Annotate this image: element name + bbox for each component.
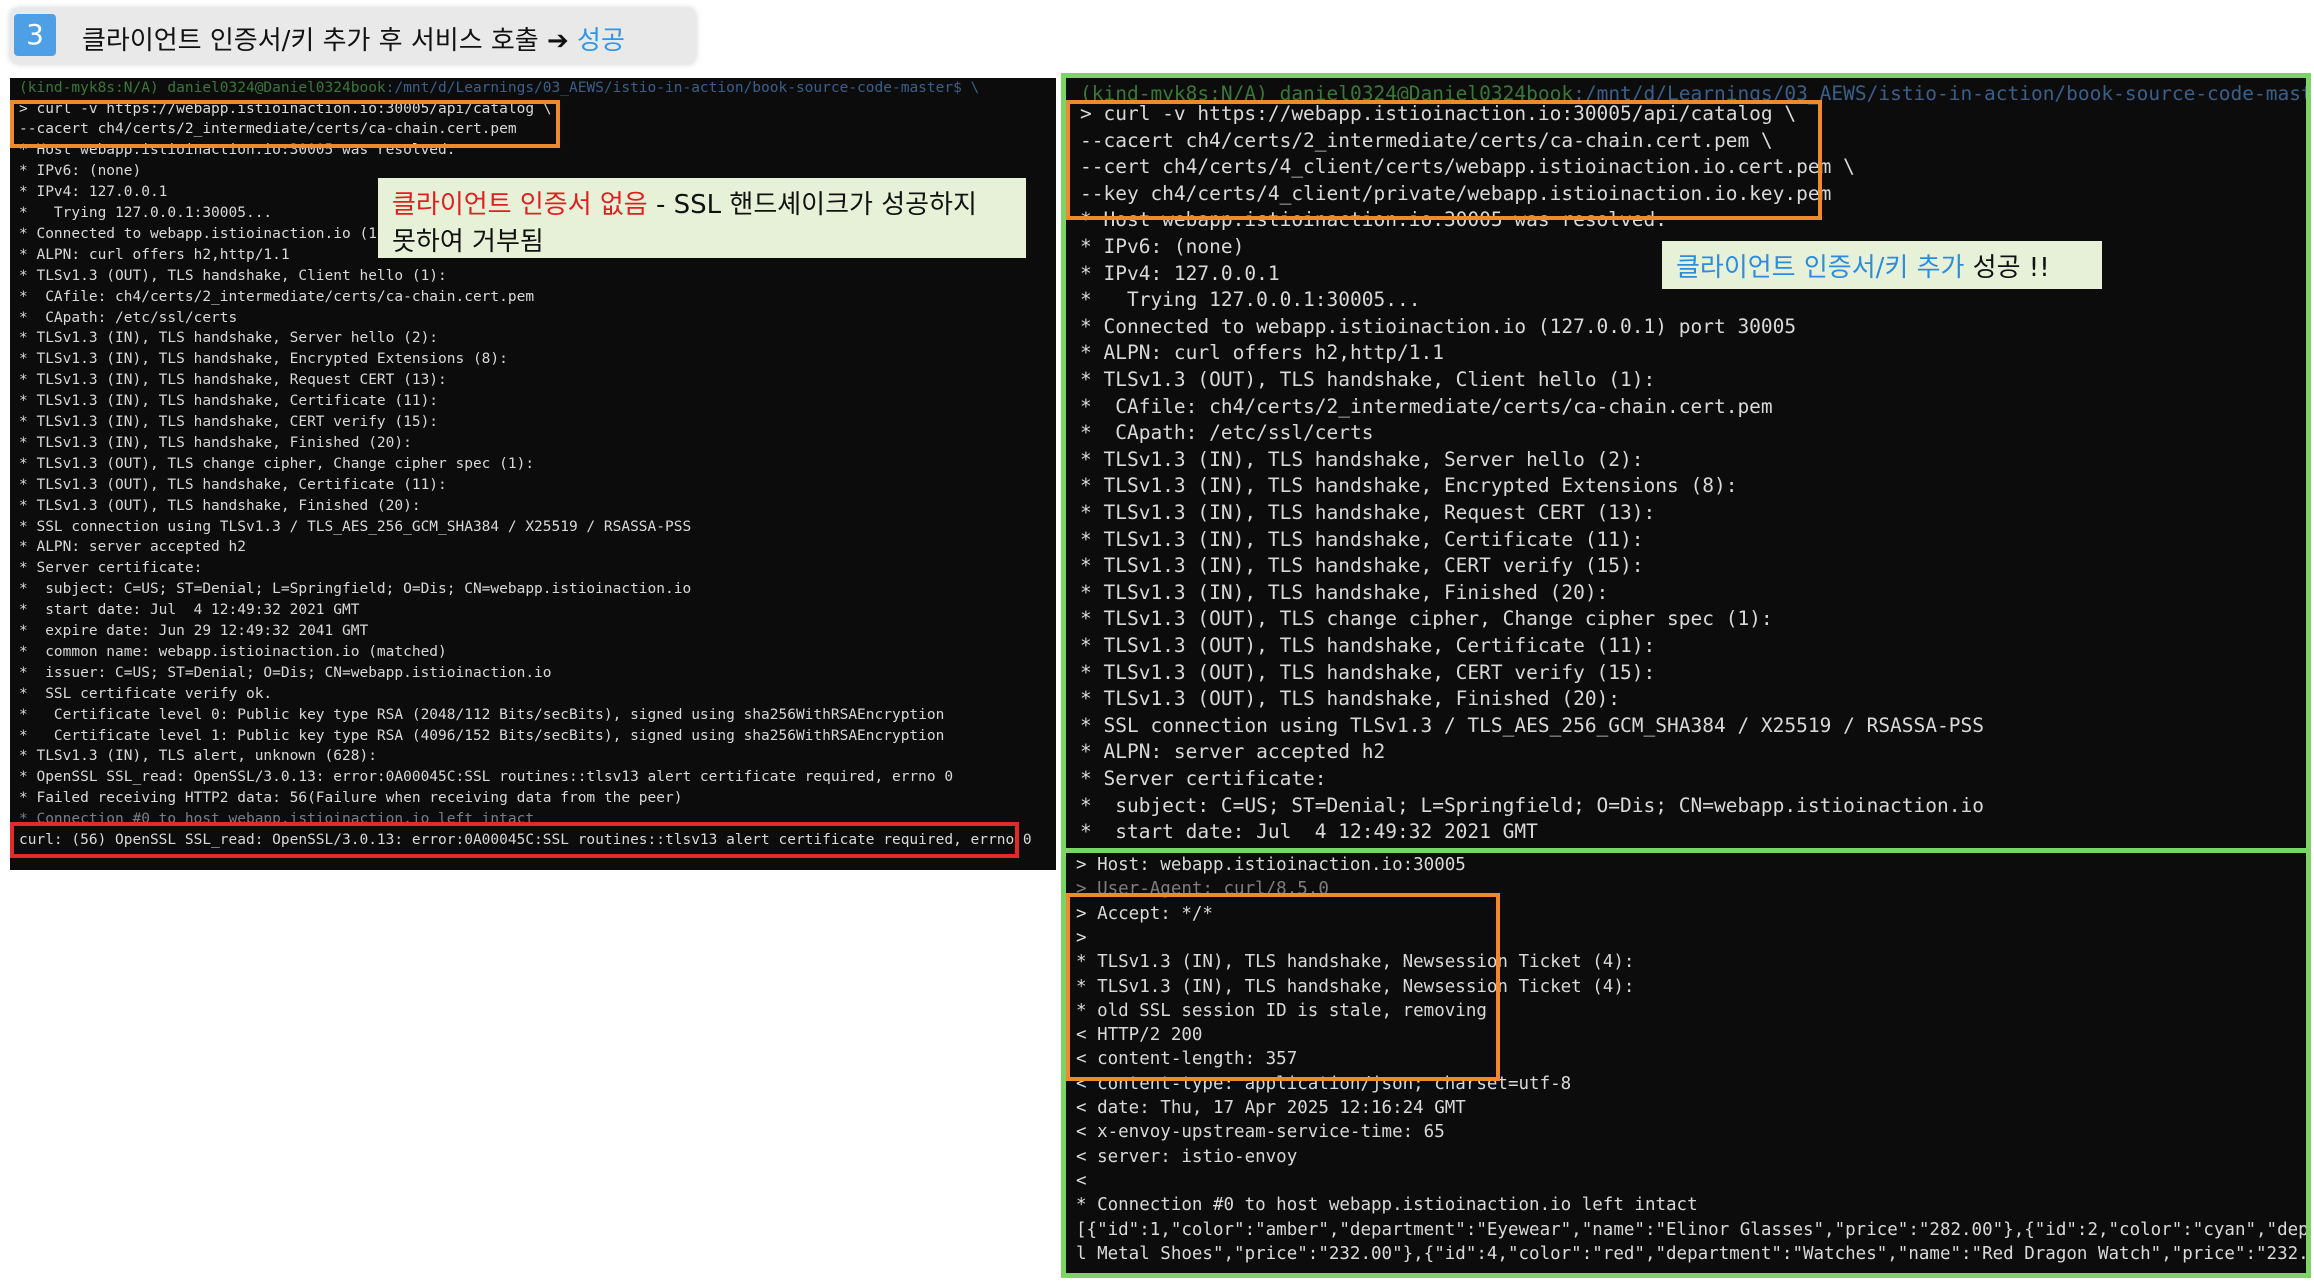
step-header: 3 클라이언트 인증서/키 추가 후 서비스 호출 ➔ 성공 [10, 8, 696, 64]
terminal-line: * Certificate level 0: Public key type R… [19, 706, 945, 723]
terminal-line: * Failed receiving HTTP2 data: 56(Failur… [19, 790, 683, 807]
step-number-badge: 3 [14, 14, 56, 56]
terminal-line: * IPv6: (none) [1080, 235, 1245, 258]
terminal-line: * CAfile: ch4/certs/2_intermediate/certs… [19, 288, 535, 305]
terminal-line: * ALPN: server accepted h2 [1080, 740, 1386, 764]
terminal-line: * Connected to webapp.istioinaction.io (… [1080, 314, 1797, 338]
terminal-line: * issuer: C=US; ST=Denial; O=Dis; CN=web… [19, 664, 552, 681]
terminal-line: * TLSv1.3 (OUT), TLS handshake, Certific… [1080, 634, 1656, 657]
http-200-response-highlight [1066, 893, 1500, 1081]
terminal-line: * TLSv1.3 (IN), TLS handshake, Server he… [19, 330, 439, 347]
terminal-line: * SSL certificate verify ok. [19, 685, 273, 702]
terminal-line: * Certificate level 1: Public key type R… [19, 727, 945, 744]
terminal-line: * TLSv1.3 (IN), TLS handshake, Finished … [1080, 580, 1609, 604]
terminal-line: * TLSv1.3 (IN), TLS handshake, Request C… [19, 372, 447, 389]
terminal-line: [{"id":1,"color":"amber","department":"E… [1076, 1219, 2306, 1240]
terminal-line: * CAfile: ch4/certs/2_intermediate/certs… [1080, 394, 1773, 418]
terminal-line: l Metal Shoes","price":"232.00"},{"id":4… [1076, 1243, 2306, 1264]
terminal-line: * TLSv1.3 (IN), TLS handshake, CERT veri… [19, 414, 439, 430]
terminal-line: * Server certificate: [19, 560, 203, 577]
terminal-line: * SSL connection using TLSv1.3 / TLS_AES… [1080, 713, 1984, 737]
no-client-cert-note: 클라이언트 인증서 없음 - SSL 핸드셰이크가 성공하지 못하여 거부됨 [378, 178, 1026, 258]
terminal-line: < date: Thu, 17 Apr 2025 12:16:24 GMT [1076, 1098, 1466, 1118]
terminal-line: * TLSv1.3 (OUT), TLS handshake, CERT ver… [1080, 660, 1656, 684]
terminal-line: * common name: webapp.istioinaction.io (… [19, 643, 447, 660]
terminal-line: * start date: Jul 4 12:49:32 2021 GMT [19, 602, 360, 619]
terminal-line: * TLSv1.3 (OUT), TLS handshake, Client h… [1080, 368, 1656, 391]
terminal-line: * TLSv1.3 (IN), TLS handshake, CERT veri… [1080, 554, 1644, 578]
curl-command-highlight [10, 100, 560, 148]
step-title-main: 클라이언트 인증서/키 추가 후 서비스 호출 ➔ [82, 26, 578, 56]
terminal-line: * ALPN: curl offers h2,http/1.1 [1080, 341, 1444, 365]
terminal-line: * IPv4: 127.0.0.1 [19, 184, 168, 201]
terminal-line: * TLSv1.3 (OUT), TLS handshake, Client h… [19, 267, 447, 284]
terminal-line: * TLSv1.3 (IN), TLS handshake, Request C… [1080, 501, 1656, 524]
terminal-line: * subject: C=US; ST=Denial; L=Springfiel… [1080, 793, 1984, 817]
terminal-line: * TLSv1.3 (OUT), TLS change cipher, Chan… [1080, 607, 1773, 631]
terminal-line: * TLSv1.3 (IN), TLS handshake, Certifica… [19, 393, 439, 410]
terminal-line: * TLSv1.3 (IN), TLS handshake, Encrypted… [19, 351, 508, 368]
terminal-line: * ALPN: server accepted h2 [19, 539, 246, 556]
terminal-line: * TLSv1.3 (OUT), TLS handshake, Finished… [19, 497, 421, 514]
terminal-line: * SSL connection using TLSv1.3 / TLS_AES… [19, 518, 692, 535]
step-title: 클라이언트 인증서/키 추가 후 서비스 호출 ➔ 성공 [82, 20, 625, 57]
success-note: 클라이언트 인증서/키 추가 성공 !! [1662, 241, 2102, 289]
terminal-line: * Connection #0 to host webapp.istioinac… [1076, 1195, 1698, 1216]
terminal-line: * CApath: /etc/ssl/certs [19, 309, 238, 326]
terminal-line: * ALPN: curl offers h2,http/1.1 [19, 246, 290, 263]
terminal-line: * TLSv1.3 (IN), TLS handshake, Finished … [19, 434, 412, 451]
terminal-line: * IPv6: (none) [19, 163, 142, 180]
terminal-line: < [1076, 1170, 1087, 1191]
error-highlight [10, 822, 1019, 858]
terminal-line: * start date: Jul 4 12:49:32 2021 GMT [1080, 820, 1538, 844]
terminal-line: * Trying 127.0.0.1:30005... [1080, 288, 1421, 312]
terminal-line: * TLSv1.3 (OUT), TLS handshake, Certific… [19, 476, 447, 493]
terminal-line: * IPv4: 127.0.0.1 [1080, 261, 1280, 285]
terminal-prompt: (kind-myk8s:N/A) daniel0324@Daniel0324bo… [19, 80, 980, 96]
terminal-line: * TLSv1.3 (OUT), TLS change cipher, Chan… [19, 455, 535, 472]
terminal-line: * subject: C=US; ST=Denial; L=Springfiel… [19, 581, 692, 598]
terminal-line: > Host: webapp.istioinaction.io:30005 [1076, 855, 1466, 875]
curl-command-with-cert-highlight [1066, 100, 1822, 220]
terminal-line: * TLSv1.3 (IN), TLS handshake, Server he… [1080, 447, 1644, 471]
terminal-line: * OpenSSL SSL_read: OpenSSL/3.0.13: erro… [19, 769, 954, 786]
terminal-line: * expire date: Jun 29 12:49:32 2041 GMT [19, 623, 369, 639]
terminal-line: * Trying 127.0.0.1:30005... [19, 205, 273, 221]
terminal-line: < server: istio-envoy [1076, 1146, 1298, 1167]
terminal-line: < x-envoy-upstream-service-time: 65 [1076, 1122, 1445, 1143]
terminal-line: * CApath: /etc/ssl/certs [1080, 421, 1374, 445]
terminal-line: * TLSv1.3 (IN), TLS handshake, Certifica… [1080, 527, 1644, 551]
terminal-line: * TLSv1.3 (IN), TLS alert, unknown (628)… [19, 748, 377, 765]
terminal-line: * Server certificate: [1080, 767, 1327, 790]
terminal-line: * TLSv1.3 (OUT), TLS handshake, Finished… [1080, 687, 1621, 711]
terminal-line: * TLSv1.3 (IN), TLS handshake, Encrypted… [1080, 474, 1738, 498]
step-title-result: 성공 [577, 26, 625, 56]
